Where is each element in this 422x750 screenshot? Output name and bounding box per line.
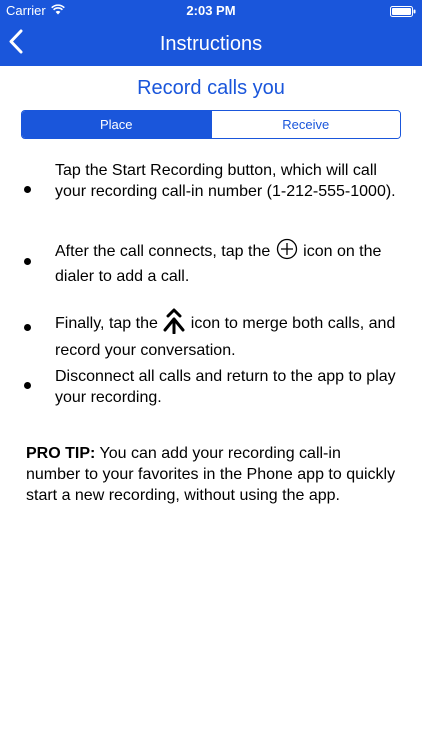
pro-tip: PRO TIP: You can add your recording call… bbox=[26, 443, 398, 506]
nav-title: Instructions bbox=[159, 33, 263, 55]
segment-receive[interactable]: Receive bbox=[210, 111, 400, 138]
status-time: 2:03 PM bbox=[186, 3, 236, 18]
merge-icon bbox=[162, 308, 186, 340]
bullet bbox=[24, 382, 31, 389]
pro-tip-label: PRO TIP: bbox=[26, 445, 96, 462]
step-text-part: After the call connects, tap the bbox=[55, 243, 271, 261]
bullet bbox=[24, 258, 31, 265]
nav-bar: Carrier 2:03 PM Instructions bbox=[0, 0, 422, 66]
status-bar: Carrier 2:03 PM bbox=[0, 0, 422, 22]
step-text-part: Finally, tap the bbox=[55, 315, 158, 333]
battery-icon bbox=[390, 5, 416, 20]
bullet bbox=[24, 324, 31, 331]
step-text: Disconnect all calls and return to the a… bbox=[55, 368, 396, 406]
step-text: Finally, tap the icon to merge both call… bbox=[55, 308, 400, 361]
step-text: After the call connects, tap the icon on… bbox=[55, 238, 400, 287]
plus-circle-icon bbox=[275, 238, 299, 266]
bullet bbox=[24, 186, 31, 193]
segment-place[interactable]: Place bbox=[22, 111, 211, 138]
segmented-control: Place Receive bbox=[21, 110, 401, 139]
step-text: Tap the Start Recording button, which wi… bbox=[55, 162, 396, 200]
page-heading: Record calls you bbox=[137, 77, 285, 99]
